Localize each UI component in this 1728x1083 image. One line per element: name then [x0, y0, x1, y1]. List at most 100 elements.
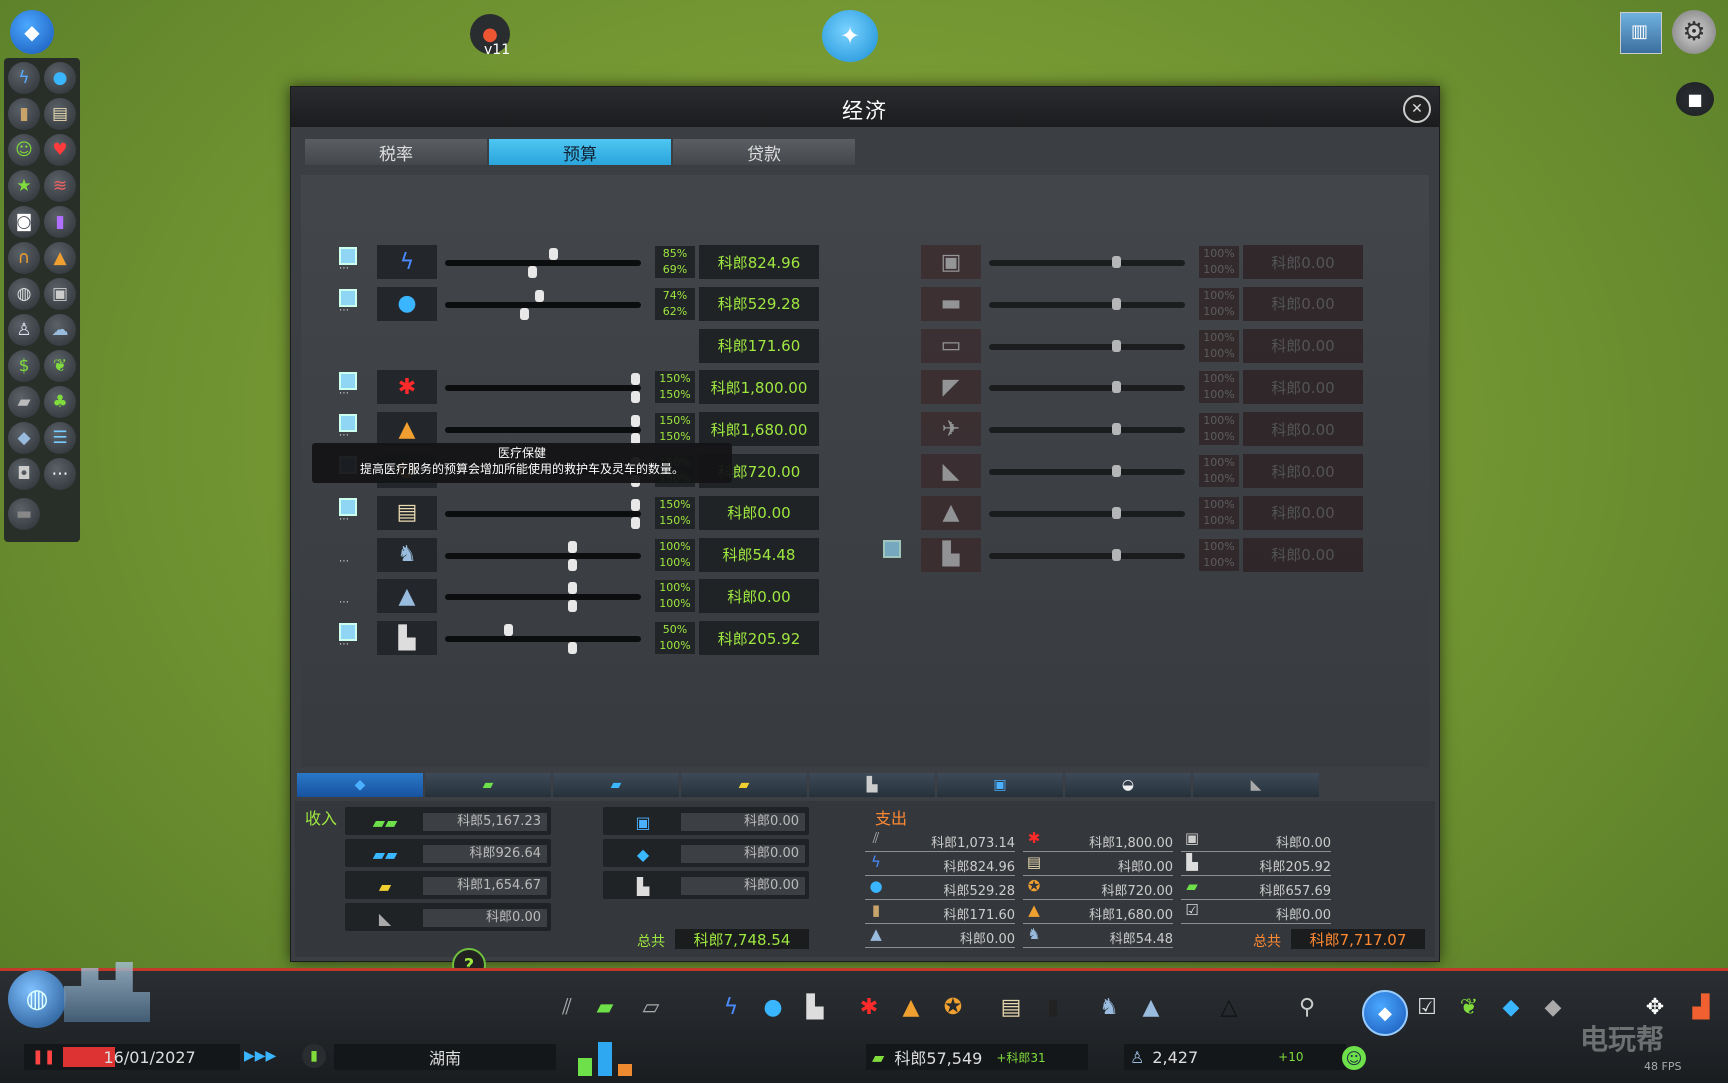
- budget-industry-slider[interactable]: [445, 624, 641, 655]
- tab-overview[interactable]: ◆: [297, 773, 423, 797]
- budget-education-slider[interactable]: [445, 498, 641, 529]
- fire-view-button[interactable]: ▲: [44, 242, 76, 274]
- camera-view-button[interactable]: ◘: [8, 458, 40, 490]
- zoning-tool-button[interactable]: ▰: [590, 992, 620, 1022]
- city-name[interactable]: 湖南: [334, 1044, 556, 1070]
- noise-view-button[interactable]: ∩: [8, 242, 40, 274]
- happiness-indicator[interactable]: ☺: [1342, 1046, 1366, 1070]
- monuments-tool-button[interactable]: ▲: [1136, 992, 1166, 1022]
- tab-commercial[interactable]: ▰: [553, 773, 679, 797]
- tree-view-button[interactable]: ♣: [44, 386, 76, 418]
- electricity-view-button[interactable]: ϟ: [8, 62, 40, 94]
- slider-handle[interactable]: [1111, 423, 1121, 436]
- bulldozer-tool-button[interactable]: ◆: [1538, 992, 1568, 1022]
- electricity-tool-button[interactable]: ϟ: [716, 992, 746, 1022]
- budget-metro-slider[interactable]: [989, 297, 1185, 310]
- wind-view-button[interactable]: ≋: [44, 170, 76, 202]
- settings-button[interactable]: ⚙: [1672, 10, 1716, 54]
- demolish-tool-button[interactable]: ▟: [1686, 992, 1716, 1022]
- slider-handle[interactable]: [1111, 506, 1121, 519]
- transport-view-button[interactable]: ▣: [44, 278, 76, 310]
- free-camera-button[interactable]: ■: [1676, 82, 1714, 116]
- economy-view-button[interactable]: $: [8, 350, 40, 382]
- collapse-toolbar-button[interactable]: ▬: [8, 498, 40, 530]
- tab-office[interactable]: ◣: [1193, 773, 1319, 797]
- education-view-button[interactable]: ▤: [44, 98, 76, 130]
- budget-taxi-slider[interactable]: [989, 506, 1185, 519]
- healthcare-tool-button[interactable]: ✱: [854, 992, 884, 1022]
- unique-buildings-tool-button[interactable]: △: [1214, 992, 1244, 1022]
- health-view-button[interactable]: ♥: [44, 134, 76, 166]
- options-icon[interactable]: ⋯: [339, 388, 349, 399]
- police-tool-button[interactable]: ✪: [938, 992, 968, 1022]
- tab-loans[interactable]: 贷款: [673, 139, 855, 165]
- industry-tool-button[interactable]: ▙: [800, 992, 830, 1022]
- water-tool-button[interactable]: ●: [758, 992, 788, 1022]
- slider-handle[interactable]: [1111, 339, 1121, 352]
- night-slider-handle[interactable]: [519, 307, 529, 320]
- chirper-button[interactable]: ✦: [822, 10, 878, 62]
- roads-tool-button[interactable]: ⫽: [552, 992, 582, 1022]
- budget-train-slider[interactable]: [989, 339, 1185, 352]
- tab-transport[interactable]: ▣: [937, 773, 1063, 797]
- tab-tourism[interactable]: ◒: [1065, 773, 1191, 797]
- night-slider-handle[interactable]: [528, 266, 538, 278]
- slider-handle[interactable]: [1111, 381, 1121, 394]
- parks-tool-button[interactable]: ♞: [1094, 992, 1124, 1022]
- districts-view-button[interactable]: ◆: [8, 422, 40, 454]
- speed-button[interactable]: ▶▶▶: [244, 1048, 276, 1064]
- tab-industry-specialized[interactable]: ▙: [809, 773, 935, 797]
- transport-tool-button[interactable]: ▮: [1038, 992, 1068, 1022]
- day-slider-handle[interactable]: [631, 373, 640, 386]
- budget-water-slider[interactable]: [445, 289, 641, 320]
- budget-bus-slider[interactable]: [989, 256, 1185, 268]
- budget-monuments-slider[interactable]: [445, 582, 641, 613]
- day-slider-handle[interactable]: [548, 248, 558, 260]
- policies-tool-button[interactable]: ☑: [1412, 992, 1442, 1022]
- night-slider-handle[interactable]: [567, 558, 577, 571]
- garbage-view-button[interactable]: ▮: [8, 98, 40, 130]
- options-icon[interactable]: ⋯: [339, 514, 349, 525]
- options-icon[interactable]: ⋯: [339, 597, 349, 608]
- water-view-button[interactable]: ●: [44, 62, 76, 94]
- day-slider-handle[interactable]: [567, 540, 577, 553]
- budget-fire-slider[interactable]: [445, 415, 641, 446]
- population-view-button[interactable]: ♙: [8, 314, 40, 346]
- resources-view-button[interactable]: ▮: [44, 206, 76, 238]
- info-views-button[interactable]: ◆: [10, 10, 54, 54]
- day-slider-handle[interactable]: [504, 624, 514, 637]
- landscaping-tool-button[interactable]: ⚲: [1292, 992, 1322, 1022]
- natural-resources-view-button[interactable]: ❦: [44, 350, 76, 382]
- options-icon[interactable]: ⋯: [339, 430, 349, 441]
- day-slider-handle[interactable]: [631, 415, 640, 428]
- slider-handle[interactable]: [1111, 548, 1121, 561]
- budget-cargo-slider[interactable]: [989, 548, 1185, 561]
- districts-tool-button[interactable]: ▱: [636, 992, 666, 1022]
- slider-handle[interactable]: [1111, 465, 1121, 477]
- tab-tax-rates[interactable]: 税率: [305, 139, 487, 165]
- fire-tool-button[interactable]: ▲: [896, 992, 926, 1022]
- budget-healthcare-slider[interactable]: [445, 373, 641, 404]
- night-slider-handle[interactable]: [567, 642, 577, 655]
- economy-tool-button[interactable]: ◆: [1362, 990, 1408, 1036]
- day-slider-handle[interactable]: [534, 289, 544, 302]
- budget-ferry-slider[interactable]: [989, 465, 1185, 477]
- globe-button[interactable]: ◍: [8, 970, 66, 1028]
- budget-electricity-slider[interactable]: [445, 248, 641, 278]
- crime-view-button[interactable]: ◍: [8, 278, 40, 310]
- budget-ship-slider[interactable]: [989, 381, 1185, 394]
- tab-budget[interactable]: 预算: [489, 139, 671, 165]
- pollution-view-button[interactable]: ☁: [44, 314, 76, 346]
- land-value-view-button[interactable]: ★: [8, 170, 40, 202]
- traffic-view-button[interactable]: ◙: [8, 206, 40, 238]
- water-tool-2-button[interactable]: ◆: [1496, 992, 1526, 1022]
- statistics-view-button[interactable]: ☰: [44, 422, 76, 454]
- education-tool-button[interactable]: ▤: [996, 992, 1026, 1022]
- slider-handle[interactable]: [1111, 256, 1121, 268]
- night-slider-handle[interactable]: [631, 516, 640, 529]
- more-view-button[interactable]: ⋯: [44, 458, 76, 490]
- night-slider-handle[interactable]: [567, 600, 577, 613]
- budget-parks-slider[interactable]: [445, 540, 641, 571]
- areas-tool-button[interactable]: ❦: [1454, 992, 1484, 1022]
- options-icon[interactable]: ⋯: [339, 305, 349, 316]
